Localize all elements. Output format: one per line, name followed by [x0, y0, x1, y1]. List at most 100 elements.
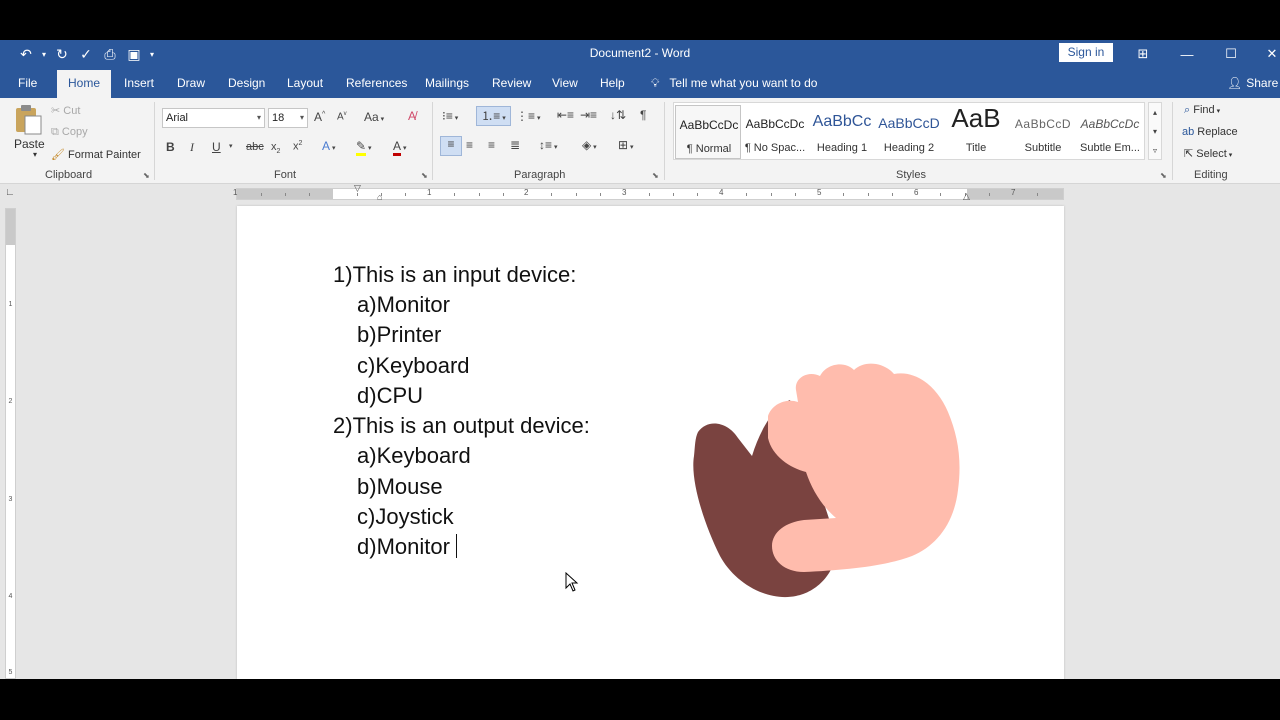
text-effects-icon[interactable]: A ▾	[322, 139, 335, 153]
show-paragraph-marks-icon[interactable]: ¶	[640, 108, 646, 122]
decrease-indent-icon[interactable]: ⇤≡	[557, 108, 574, 122]
spelling-check-icon[interactable]: ✓	[74, 44, 98, 64]
multilevel-list-icon[interactable]: ⋮≡ ▾	[516, 109, 540, 123]
share-button[interactable]: 👤︎ Share	[1227, 68, 1278, 98]
minimize-icon[interactable]: —	[1165, 40, 1209, 68]
left-indent-marker[interactable]: ⌂	[377, 192, 382, 202]
ribbon-display-options-icon[interactable]: ⊞	[1121, 40, 1165, 68]
grow-font-icon[interactable]: A^	[314, 110, 325, 124]
list-item[interactable]: 1)This is an input device:	[333, 262, 576, 288]
list-item[interactable]: c)Joystick	[357, 504, 454, 530]
subscript-icon[interactable]: x2	[271, 141, 280, 155]
align-right-icon[interactable]: ≡	[488, 138, 495, 152]
undo-icon[interactable]: ↶	[14, 44, 38, 64]
list-item[interactable]: 2)This is an output device:	[333, 413, 590, 439]
tab-design[interactable]: Design	[228, 68, 265, 98]
list-item[interactable]: a)Keyboard	[357, 443, 471, 469]
group-divider	[1172, 102, 1173, 180]
shrink-font-icon[interactable]: Av	[337, 111, 347, 122]
paste-button[interactable]: Paste	[14, 137, 45, 151]
font-color-icon[interactable]: A ▾	[393, 139, 406, 156]
list-item[interactable]: a)Monitor	[357, 292, 450, 318]
customize-qat-icon[interactable]: ▾	[146, 44, 158, 64]
tab-review[interactable]: Review	[492, 68, 531, 98]
bullets-icon[interactable]: ⁝≡ ▾	[442, 109, 458, 123]
style-heading-2[interactable]: AaBbCcD Heading 2	[876, 105, 942, 159]
tab-mailings[interactable]: Mailings	[425, 68, 469, 98]
list-text: Printer	[376, 322, 442, 347]
redo-icon[interactable]: ↻	[50, 44, 74, 64]
align-center-icon[interactable]: ≡	[466, 138, 473, 152]
first-line-indent-marker[interactable]: ▽	[354, 183, 361, 194]
style-subtitle[interactable]: AaBbCcD Subtitle	[1010, 105, 1076, 159]
list-item[interactable]: b)Mouse	[357, 474, 443, 500]
chevron-down-icon: ▾	[256, 113, 261, 122]
font-size-combo[interactable]: 18 ▾	[268, 108, 308, 128]
paste-icon[interactable]	[12, 104, 44, 135]
font-name-combo[interactable]: Arial ▾	[162, 108, 265, 128]
ruler-number: 3	[8, 496, 13, 503]
borders-icon[interactable]: ⊞ ▾	[618, 138, 634, 152]
list-item[interactable]: d)Monitor	[357, 534, 457, 560]
right-indent-marker[interactable]: △	[963, 191, 970, 202]
paragraph-launcher-icon[interactable]: ⬊	[652, 171, 659, 180]
tab-references[interactable]: References	[346, 68, 407, 98]
find-button[interactable]: ⌕ Find ▾	[1184, 104, 1220, 117]
superscript-icon[interactable]: x2	[293, 140, 302, 153]
horizontal-ruler[interactable]: 1 1 2 3 4 5 6 7 ▽ ⌂ △	[233, 183, 1064, 202]
paste-dropdown-icon[interactable]: ▾	[33, 150, 37, 159]
style-no-spacing[interactable]: AaBbCcDc ¶ No Spac...	[742, 105, 808, 159]
line-spacing-icon[interactable]: ↕≡ ▾	[539, 138, 557, 152]
list-item[interactable]: c)Keyboard	[357, 353, 470, 379]
search-icon: ⌕	[1184, 104, 1194, 116]
style-title[interactable]: AaB Title	[943, 103, 1009, 159]
numbering-icon[interactable]: ⒈≡ ▾	[476, 106, 511, 126]
tab-file[interactable]: File	[18, 68, 37, 98]
list-text: Keyboard	[376, 443, 471, 468]
tab-selector[interactable]: ∟	[5, 187, 17, 199]
tab-help[interactable]: Help	[600, 68, 625, 98]
print-preview-icon[interactable]: ⎙	[98, 44, 122, 64]
cut-button[interactable]: ✂ Cut	[51, 104, 80, 117]
underline-icon[interactable]: U	[212, 140, 221, 154]
clear-formatting-icon[interactable]: A̸	[408, 109, 416, 123]
undo-dropdown-icon[interactable]: ▾	[38, 44, 50, 64]
style-heading-1[interactable]: AaBbCc Heading 1	[809, 105, 875, 159]
justify-icon[interactable]: ≣	[510, 138, 520, 152]
tell-me-search[interactable]: 💡︎ Tell me what you want to do	[651, 68, 817, 98]
list-item[interactable]: b)Printer	[357, 322, 441, 348]
strikethrough-icon[interactable]: abc	[246, 141, 264, 153]
italic-icon[interactable]: I	[190, 140, 194, 155]
underline-dropdown-icon[interactable]: ▾	[229, 142, 233, 150]
styles-launcher-icon[interactable]: ⬊	[1160, 171, 1167, 180]
styles-scroll[interactable]: ▴ ▾ ▿	[1148, 102, 1162, 160]
replace-button[interactable]: ab Replace	[1182, 126, 1238, 138]
sign-in-button[interactable]: Sign in	[1059, 43, 1113, 62]
clipboard-launcher-icon[interactable]: ⬊	[143, 171, 150, 180]
shading-icon[interactable]: ◈ ▾	[582, 138, 597, 152]
style-normal[interactable]: AaBbCcDc ¶ Normal	[675, 105, 741, 159]
maximize-icon[interactable]: ☐	[1209, 40, 1253, 68]
save-icon[interactable]: ▣	[122, 44, 146, 64]
tab-layout[interactable]: Layout	[287, 68, 323, 98]
select-button[interactable]: ⇱ Select ▾	[1184, 147, 1232, 160]
tab-home[interactable]: Home	[57, 70, 112, 98]
sort-icon[interactable]: ↓⇅	[610, 108, 626, 122]
font-launcher-icon[interactable]: ⬊	[421, 171, 428, 180]
style-subtle-emphasis[interactable]: AaBbCcDc Subtle Em...	[1077, 105, 1143, 159]
tab-view[interactable]: View	[552, 68, 578, 98]
increase-indent-icon[interactable]: ⇥≡	[580, 108, 597, 122]
list-marker: a)	[357, 292, 377, 317]
tab-insert[interactable]: Insert	[124, 68, 154, 98]
highlight-icon[interactable]: ✎ ▾	[356, 139, 372, 156]
ruler-area: 1 1 2 3 4 5 6 7 ▽ ⌂ △	[0, 183, 1280, 204]
copy-button[interactable]: ⧉ Copy	[51, 126, 88, 139]
tab-draw[interactable]: Draw	[177, 68, 205, 98]
bold-icon[interactable]: B	[166, 140, 175, 154]
change-case-icon[interactable]: Aa ▾	[364, 110, 384, 124]
list-item[interactable]: d)CPU	[357, 383, 423, 409]
vertical-ruler[interactable]: 1 2 3 4 5	[5, 208, 16, 679]
align-left-icon[interactable]: ≡	[440, 136, 462, 156]
format-painter-button[interactable]: 🖌︎ Format Painter	[51, 148, 141, 161]
close-icon[interactable]: ✕	[1250, 40, 1280, 68]
